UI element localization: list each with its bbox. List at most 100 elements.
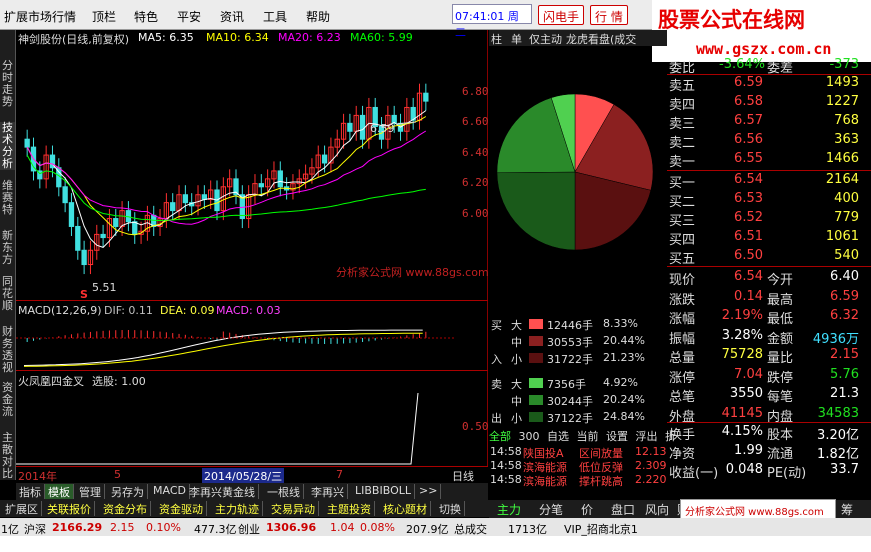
tab-capital-dist[interactable]: 资金分布 xyxy=(100,501,151,516)
tab-active-only[interactable]: 仅主动 xyxy=(529,31,562,47)
tab-theme-invest[interactable]: 主题投资 xyxy=(324,501,375,516)
menu-tools[interactable]: 工具 xyxy=(263,8,287,25)
filter-all[interactable]: 全部 xyxy=(489,430,511,443)
extended-tab-bar: 扩展区 关联报价 资金分布 资金驱动 主力轨迹 交易异动 主题投资 核心题材 切… xyxy=(0,500,490,517)
status-hs-index: 2166.29 xyxy=(52,521,103,534)
kline-chart-area[interactable]: 神剑股份(日线,前复权) MA5: 6.35 MA10: 6.34 MA20: … xyxy=(16,30,489,482)
selected-date[interactable]: 2014/05/28/三 xyxy=(202,468,285,484)
tab-bar[interactable]: 柱 xyxy=(491,31,502,47)
quote-button[interactable]: 行 情 xyxy=(590,5,628,25)
menu-news[interactable]: 资讯 xyxy=(220,8,244,25)
stat-value: 2.19% xyxy=(721,308,763,323)
tab-extended-area[interactable]: 扩展区 xyxy=(2,501,42,516)
divider xyxy=(667,170,871,171)
ma10-label: MA10: 6.34 xyxy=(206,31,269,44)
vtab-capital-flow[interactable]: 资金流 xyxy=(0,382,15,418)
watermark-url: www.gszx.com.cn xyxy=(696,40,832,58)
price-tick: 6.40 xyxy=(462,146,489,159)
book-price: 6.56 xyxy=(734,132,763,147)
flash-trade-button[interactable]: 闪电手 xyxy=(538,5,585,25)
menu-help[interactable]: 帮助 xyxy=(306,8,330,25)
tab-switch[interactable]: 切换 xyxy=(436,501,465,516)
tab-one-line[interactable]: 一根线 xyxy=(264,484,304,499)
tab-manage[interactable]: 管理 xyxy=(76,484,105,499)
trade-name[interactable]: 滨海能源 xyxy=(523,473,567,489)
filter-watchlist[interactable]: 自选 xyxy=(547,430,569,443)
menu-extended-market[interactable]: 扩展市场行情 xyxy=(4,8,76,25)
vtab-tonghuashun[interactable]: 同花顺 xyxy=(0,276,15,312)
stat-label: 涨停 xyxy=(669,370,696,386)
tab-trade-anomaly[interactable]: 交易异动 xyxy=(268,501,319,516)
filter-300[interactable]: 300 xyxy=(519,430,540,443)
stat-label: 量比 xyxy=(767,351,794,366)
tab-save-as[interactable]: 另存为 xyxy=(108,484,148,499)
period-label[interactable]: 日线 xyxy=(452,468,474,484)
vtab-xindongfang[interactable]: 新东方 xyxy=(0,230,15,266)
filter-settings[interactable]: 设置 xyxy=(606,430,628,443)
tab-trend[interactable]: 风向 xyxy=(645,501,669,518)
book-level-label: 卖三 xyxy=(669,117,696,132)
tab-main-force[interactable]: 主力 xyxy=(497,501,521,518)
order-diff-value: -373 xyxy=(829,57,859,72)
buy-label: 入 xyxy=(491,353,502,366)
book-level-label: 买三 xyxy=(669,214,696,229)
tab-core-theme[interactable]: 核心题材 xyxy=(380,501,431,516)
tab-template[interactable]: 模板 xyxy=(45,484,74,499)
tab-related-quote[interactable]: 关联报价 xyxy=(44,501,95,516)
chart-watermark: 分析家公式网 www.88gs.com xyxy=(336,266,489,279)
vtab-weisaite[interactable]: 维赛特 xyxy=(0,180,15,216)
flow-percent: 8.33% xyxy=(603,317,638,330)
tab-gold-line[interactable]: 李再兴黄金线 xyxy=(186,484,259,499)
quote-panel: 委比 -3.64% 委差 -373 卖五 6.59 1493 卖四 6.58 1227 卖三… xyxy=(667,57,871,518)
trade-value: 2.309 xyxy=(635,459,667,472)
tab-lizaixing[interactable]: 李再兴 xyxy=(308,484,348,499)
stat-label: 涨幅 xyxy=(669,312,696,327)
ad-banner[interactable]: 分析家公式网 www.88gs.com xyxy=(680,499,836,519)
status-total-value: 1713亿 xyxy=(508,523,547,536)
vtab-technical[interactable]: 技术分析 xyxy=(0,122,15,170)
book-price: 6.53 xyxy=(734,191,763,206)
filter-current[interactable]: 当前 xyxy=(577,430,599,443)
indicator-svg xyxy=(16,392,419,465)
tab-capital-drive[interactable]: 资金驱动 xyxy=(156,501,207,516)
filter-float[interactable]: 浮出 xyxy=(636,430,658,443)
menu-topbar[interactable]: 顶栏 xyxy=(92,8,116,25)
tab-dragon-tiger[interactable]: 龙虎看盘(成交 xyxy=(566,31,636,47)
vtab-finance[interactable]: 财务透视 xyxy=(0,326,15,374)
vtab-main-vs-retail[interactable]: 主散对比 xyxy=(0,432,15,480)
candle-body xyxy=(277,170,283,188)
ma60-label: MA60: 5.99 xyxy=(350,31,413,44)
stat-label: 最低 xyxy=(767,312,794,327)
price-tick: 6.60 xyxy=(462,115,489,128)
tab-single[interactable]: 单 xyxy=(511,31,522,47)
stat-label: 涨跌 xyxy=(669,292,696,308)
menu-pingan[interactable]: 平安 xyxy=(177,8,201,25)
ma20-line xyxy=(26,130,427,225)
tab-ticks[interactable]: 分笔 xyxy=(539,501,563,518)
tab-order-book[interactable]: 盘口 xyxy=(611,501,635,518)
book-price: 6.57 xyxy=(734,113,763,128)
buy-label: 买 xyxy=(491,319,502,332)
bottom-strip xyxy=(0,536,871,552)
flow-volume: 30244手 xyxy=(547,395,593,408)
stat-value: 41145 xyxy=(721,405,763,421)
stat-value: 33.7 xyxy=(830,462,859,477)
filter-bar: 全部 300 自选 当前 设置 浮出 折 xyxy=(489,428,676,444)
flow-size: 小 xyxy=(511,353,522,366)
book-level-label: 买四 xyxy=(669,233,696,248)
status-server[interactable]: VIP_招商北京1 xyxy=(564,521,638,537)
tab-macd[interactable]: MACD xyxy=(150,484,190,499)
book-price: 6.52 xyxy=(734,210,763,225)
tab-libbiboll[interactable]: LIBBIBOLL xyxy=(352,484,415,499)
flow-size: 中 xyxy=(511,336,522,349)
tab-chips[interactable]: 筹 xyxy=(841,501,853,518)
ma10-line xyxy=(26,116,427,236)
menu-features[interactable]: 特色 xyxy=(134,8,158,25)
flow-volume: 7356手 xyxy=(547,378,586,391)
tab-more[interactable]: >> xyxy=(416,484,442,499)
stat-value: 1.82亿 xyxy=(817,447,859,462)
tab-price[interactable]: 价 xyxy=(581,501,593,518)
tab-indicator[interactable]: 指标 xyxy=(16,484,45,499)
tab-main-track[interactable]: 主力轨迹 xyxy=(212,501,263,516)
vtab-intraday[interactable]: 分时走势 xyxy=(0,60,15,108)
